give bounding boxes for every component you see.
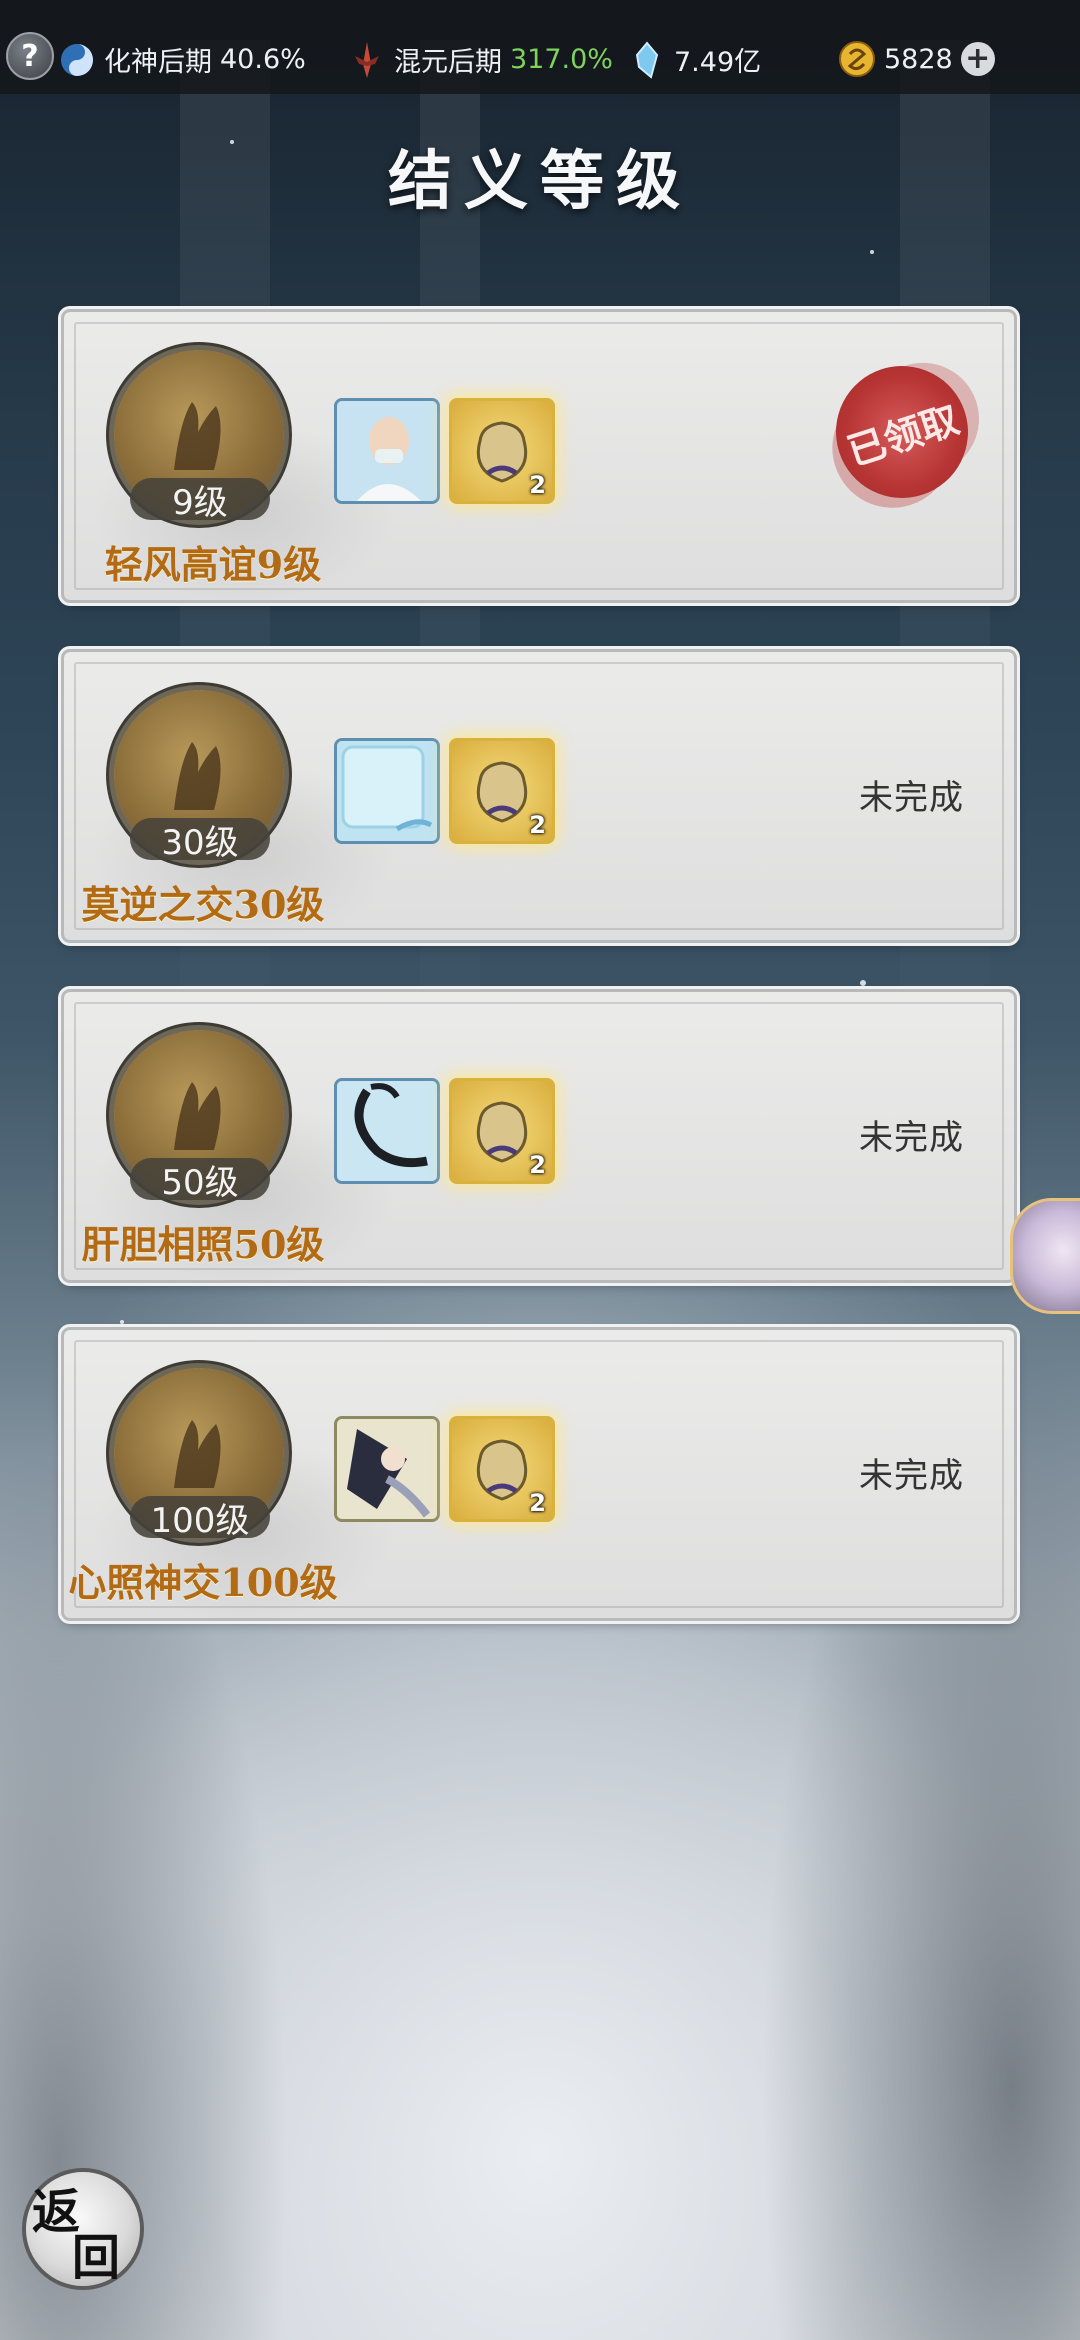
claimed-stamp: 已领取 [818,348,986,516]
status-label: 未完成 [859,1456,964,1496]
back-button[interactable]: 返 回 [26,2172,140,2286]
status-label: 未完成 [859,1118,964,1158]
reward-count: 2 [529,1151,546,1179]
reward-count: 2 [529,471,546,499]
question-icon: ? [21,38,39,74]
level-card: 9级 轻风高谊9级 2 已领取 [64,312,1014,600]
realm-value-1: 40.6% [220,44,306,75]
level-card: 100级 心照神交100级 2 未完成 [64,1330,1014,1618]
masked-elder-icon [337,401,437,501]
reward-item-frame[interactable] [334,738,440,844]
page-title: 结义等级 [388,144,692,219]
level-tag: 100级 [130,1496,270,1541]
reward-item-bag[interactable]: 2 [449,1416,555,1522]
level-tag: 50级 [130,1158,270,1203]
spirit-crystal-stat[interactable]: 7.49亿 [628,40,761,79]
level-tag: 9级 [130,478,270,523]
level-card: 30级 莫逆之交30级 2 未完成 [64,652,1014,940]
gold-coin-icon [838,40,876,78]
level-name: 肝胆相照50级 [81,1222,325,1267]
realm-label-1: 化神后期 [104,47,212,78]
reward-item-bag[interactable]: 2 [449,738,555,844]
plus-icon[interactable]: + [960,42,995,76]
level-name: 心照神交100级 [68,1560,338,1605]
side-character-avatar[interactable] [1010,1198,1080,1314]
help-button[interactable]: ? [6,32,54,80]
level-name: 莫逆之交30级 [81,882,325,927]
spirit-crystal-value: 7.49亿 [674,47,762,78]
realm-label-2: 混元后期 [394,47,502,78]
gold-stat[interactable]: 5828 + [838,40,995,78]
sword-icon [348,41,386,79]
gold-value: 5828 [884,43,953,75]
ink-koi-icon [337,1081,437,1181]
reward-item-character[interactable] [334,1416,440,1522]
reward-item-koi[interactable] [334,1078,440,1184]
status-bar: ? 化神后期 40.6% 混元后期 317.0% 7.49亿 5828 + [0,0,1080,94]
spirit-crystal-icon [628,40,666,79]
realm-value-2: 317.0% [510,44,613,75]
status-label: 未完成 [859,778,964,818]
level-tag: 30级 [130,818,270,863]
back-char-2: 回 [72,2230,121,2286]
level-card: 50级 肝胆相照50级 2 未完成 [64,992,1014,1280]
character-portrait-icon [337,1419,437,1519]
reward-count: 2 [529,1489,546,1517]
reward-item-avatar[interactable] [334,398,440,504]
taiji-icon [58,41,96,79]
level-name: 轻风高谊9级 [104,542,322,587]
reward-count: 2 [529,811,546,839]
realm-stat-2[interactable]: 混元后期 317.0% [348,40,613,79]
reward-item-bag[interactable]: 2 [449,1078,555,1184]
realm-stat-1[interactable]: 化神后期 40.6% [58,40,306,79]
avatar-frame-icon [337,741,437,841]
reward-item-bag[interactable]: 2 [449,398,555,504]
